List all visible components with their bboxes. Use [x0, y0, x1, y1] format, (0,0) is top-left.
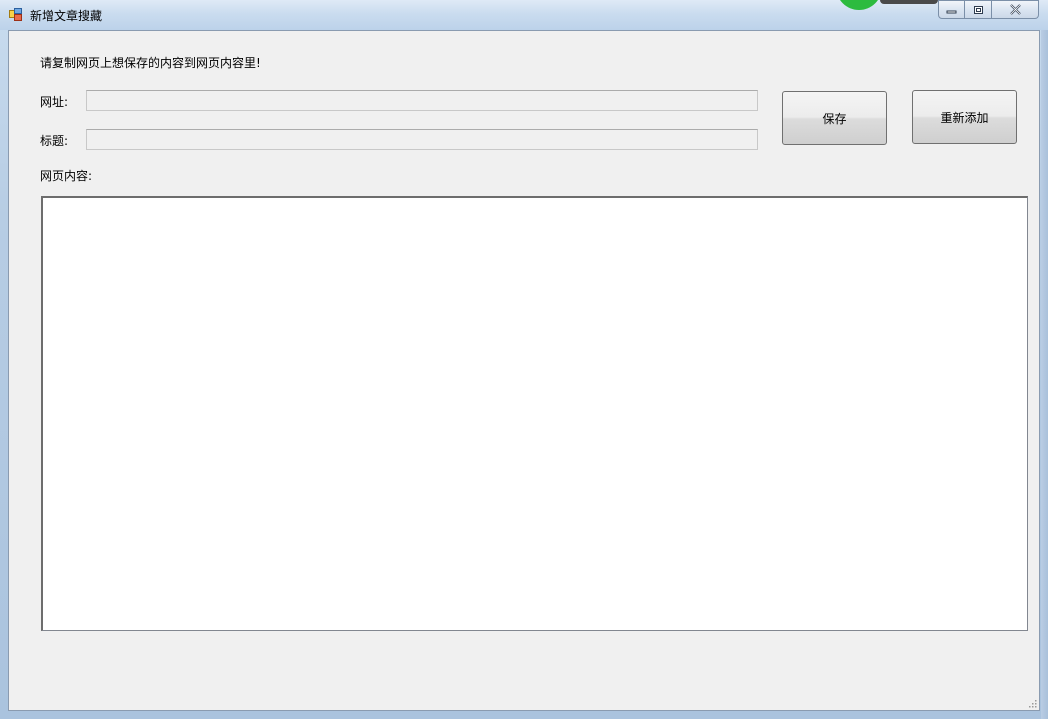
save-button[interactable]: 保存 [782, 91, 887, 145]
close-icon [1009, 4, 1021, 15]
title-label: 标题: [40, 134, 69, 148]
form-client-area: 请复制网页上想保存的内容到网页内容里! 网址: 标题: 保存 重新添加 网页内容… [8, 30, 1040, 711]
restore-icon [973, 5, 983, 14]
title-bar[interactable]: 新增文章搜藏 [0, 0, 1048, 30]
app-window-icon [9, 8, 22, 21]
overlay-green-indicator [836, 0, 882, 10]
reset-button[interactable]: 重新添加 [912, 90, 1017, 144]
window-title: 新增文章搜藏 [30, 9, 103, 23]
url-input[interactable] [86, 90, 758, 111]
resize-grip-icon[interactable] [1027, 698, 1037, 708]
title-input[interactable] [86, 129, 758, 150]
minimize-button[interactable] [938, 0, 965, 19]
maximize-button[interactable] [965, 0, 992, 19]
instruction-label: 请复制网页上想保存的内容到网页内容里! [40, 56, 261, 70]
app-window: 新增文章搜藏 请复制网页上想保存的内容到网页内容里! 网址: 标题: 保存 重新… [0, 0, 1048, 719]
url-label: 网址: [40, 95, 69, 109]
minimize-icon [946, 10, 957, 13]
window-controls [938, 0, 1039, 19]
overlay-dark-strip [880, 0, 938, 4]
content-textarea[interactable] [41, 196, 1028, 631]
window-right-edge [1041, 30, 1048, 719]
close-button[interactable] [992, 0, 1039, 19]
content-label: 网页内容: [40, 169, 93, 183]
